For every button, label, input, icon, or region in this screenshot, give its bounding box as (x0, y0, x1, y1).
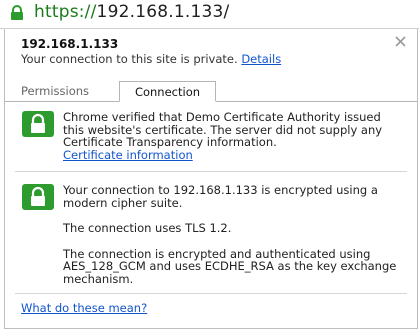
tab-connection[interactable]: Connection (119, 81, 216, 102)
certificate-information-link[interactable]: Certificate information (63, 148, 193, 162)
encryption-section: Your connection to 192.168.1.133 is encr… (17, 182, 409, 292)
close-icon[interactable] (394, 35, 407, 48)
address-bar[interactable]: https://192.168.1.133/ (0, 0, 419, 29)
details-link[interactable]: Details (241, 52, 281, 66)
tls-version-text: The connection uses TLS 1.2. (63, 221, 232, 235)
private-connection-text: Your connection to this site is private.… (21, 52, 281, 66)
tab-bar: Permissions Connection (5, 81, 417, 102)
tab-permissions[interactable]: Permissions (13, 81, 97, 101)
site-host: 192.168.1.133 (21, 37, 119, 51)
encryption-text: Your connection to 192.168.1.133 is encr… (63, 183, 378, 210)
lock-icon (22, 111, 54, 137)
url-scheme: https:// (34, 2, 97, 22)
lock-icon[interactable] (9, 5, 25, 21)
divider (15, 293, 407, 294)
url-text[interactable]: https://192.168.1.133/ (34, 2, 229, 22)
site-info-popup: 192.168.1.133 Your connection to this si… (4, 29, 418, 329)
certificate-section: Chrome verified that Demo Certificate Au… (17, 111, 409, 161)
help-section: What do these mean? (21, 301, 147, 315)
divider (15, 171, 407, 172)
certificate-text-block: Chrome verified that Demo Certificate Au… (63, 111, 403, 161)
url-host: 192.168.1.133/ (96, 2, 230, 22)
lock-icon (22, 184, 54, 210)
private-text: Your connection to this site is private. (21, 52, 238, 66)
certificate-verified-text: Chrome verified that Demo Certificate Au… (63, 110, 383, 149)
cipher-details-text: The connection is encrypted and authenti… (63, 246, 397, 286)
what-do-these-mean-link[interactable]: What do these mean? (21, 301, 147, 315)
encryption-text-block: Your connection to 192.168.1.133 is encr… (63, 184, 403, 285)
